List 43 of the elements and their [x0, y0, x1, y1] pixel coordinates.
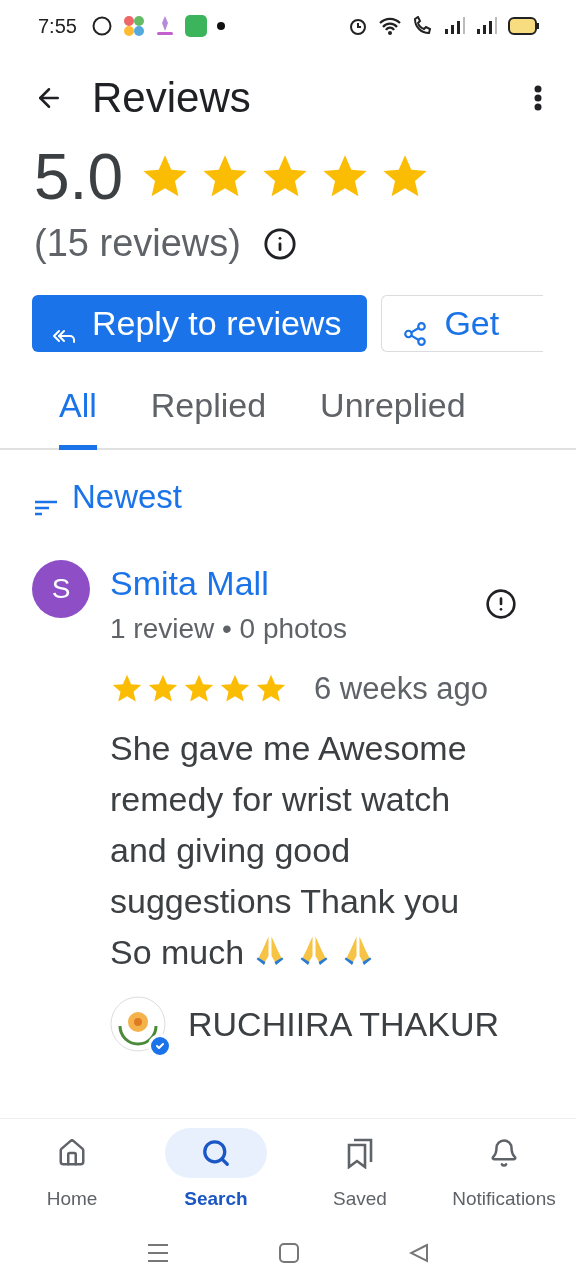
avatar: S [32, 560, 90, 618]
dot-icon [216, 22, 225, 30]
nav-tab[interactable]: Search [144, 1127, 288, 1226]
average-rating: 5.0 [34, 140, 123, 214]
battery-icon [508, 17, 540, 35]
bell-icon [489, 1138, 519, 1168]
nav-tab[interactable]: Saved [288, 1127, 432, 1226]
nav-tab[interactable]: Home [0, 1127, 144, 1226]
share-button[interactable]: Get [381, 295, 543, 352]
reply-button[interactable]: Reply to reviews [32, 295, 368, 352]
home-icon [57, 1138, 87, 1168]
alarm-icon [348, 16, 368, 36]
review-count: (15 reviews) [34, 222, 241, 265]
page-title: Reviews [92, 74, 252, 122]
chat-icon [90, 15, 113, 37]
filter-tab[interactable]: Replied [150, 378, 267, 450]
status-time: 7:55 [38, 14, 77, 38]
back-key-icon [409, 1243, 429, 1263]
wifi-icon [378, 16, 402, 36]
reviewer-stats: 1 review • 0 photos [110, 613, 349, 645]
menu-icon [147, 1243, 169, 1263]
flower-icon [122, 15, 145, 37]
filter-tab[interactable]: Unreplied [320, 378, 466, 450]
filter-tab[interactable]: All [59, 378, 97, 450]
info-icon [262, 226, 297, 261]
more-icon [534, 85, 542, 111]
review-time: 6 weeks ago [314, 671, 489, 707]
alert-icon [485, 588, 517, 620]
share-icon [402, 321, 429, 347]
home-key-icon [279, 1243, 299, 1263]
reviewer-name[interactable]: Smita Mall [110, 564, 461, 603]
owner-name: RUCHIIRA THAKUR [188, 1004, 500, 1044]
app-icon [184, 15, 207, 37]
call-icon [412, 16, 434, 36]
signal-icon [476, 17, 498, 35]
sort-button[interactable]: Newest [0, 450, 217, 516]
bookmarks-icon [345, 1137, 375, 1169]
search-icon [201, 1138, 231, 1168]
verified-badge-icon [148, 1034, 172, 1058]
signal-icon [444, 17, 466, 35]
review-text: She gave me Awesome remedy for wrist watch and giving good suggestions Thank you So much [110, 728, 468, 973]
nav-tab[interactable]: Notifications [432, 1127, 576, 1226]
figure-icon [154, 15, 175, 37]
